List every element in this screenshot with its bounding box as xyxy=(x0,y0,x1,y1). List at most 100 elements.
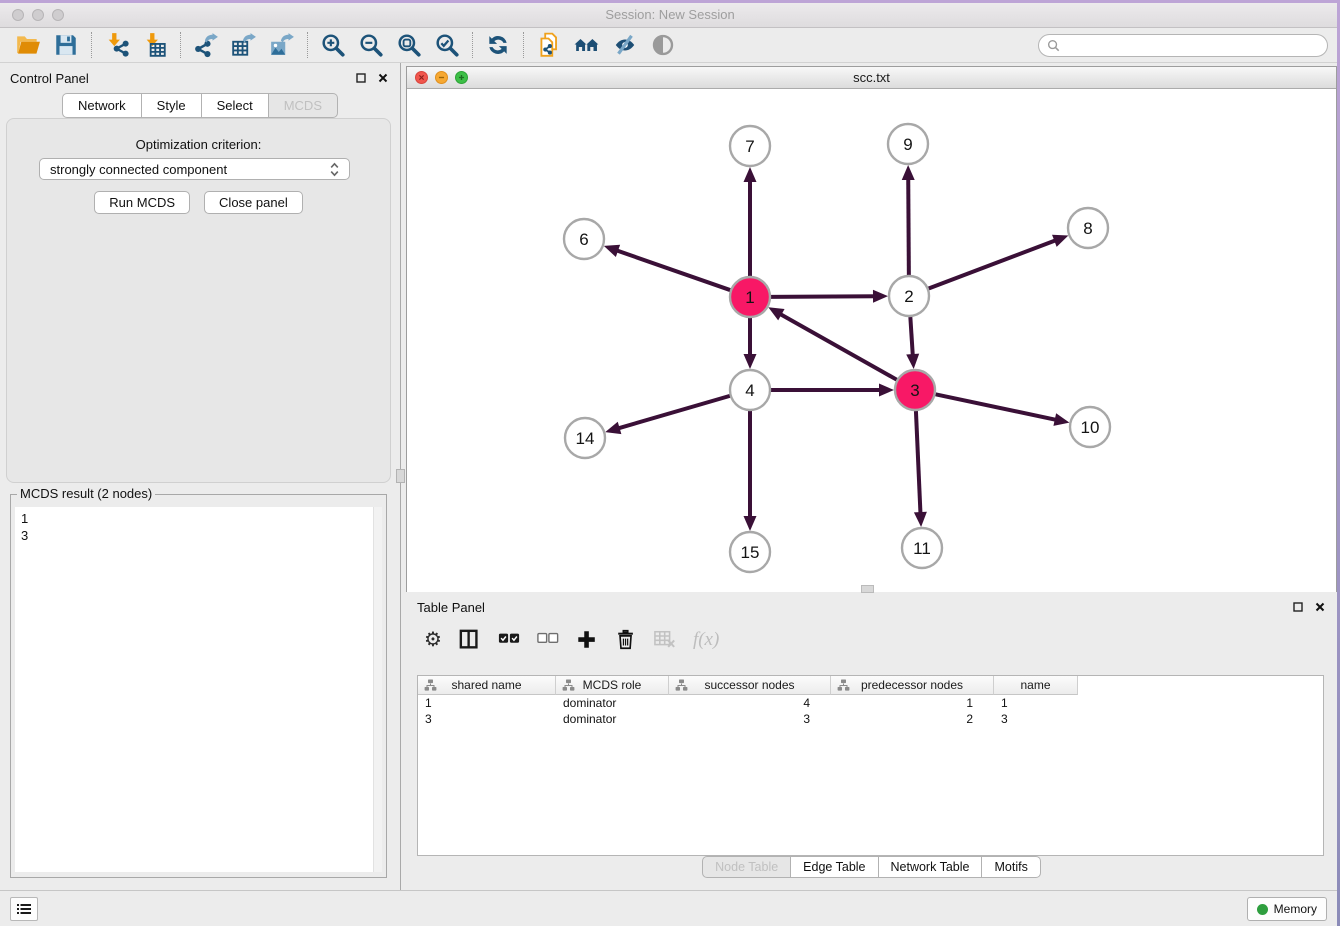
node-label-10: 10 xyxy=(1081,418,1100,437)
control-panel-tabs: NetworkStyleSelectMCDS xyxy=(0,93,400,118)
node-label-7: 7 xyxy=(745,137,754,156)
export-network-button[interactable] xyxy=(190,31,222,59)
edge-4-14[interactable] xyxy=(617,396,730,429)
export-table-button[interactable] xyxy=(228,31,260,59)
zoom-in-button[interactable] xyxy=(317,31,349,59)
edge-2-3[interactable] xyxy=(910,317,913,357)
table-tab-node-table[interactable]: Node Table xyxy=(702,856,791,878)
settings-gear-button[interactable]: ⚙ xyxy=(424,630,442,650)
close-panel-action-button[interactable]: Close panel xyxy=(204,191,303,214)
zoom-out-button[interactable] xyxy=(355,31,387,59)
float-panel-button[interactable] xyxy=(354,71,368,85)
show-hidden-button xyxy=(647,31,679,59)
column-label: MCDS role xyxy=(583,678,642,692)
tab-select[interactable]: Select xyxy=(202,93,269,118)
zoom-fit-button[interactable] xyxy=(393,31,425,59)
network-graph[interactable]: 1234678910111415 xyxy=(407,89,1336,592)
cell-shared-name[interactable]: 1 xyxy=(418,695,556,711)
node-label-9: 9 xyxy=(903,135,912,154)
column-header-predecessor-nodes[interactable]: predecessor nodes xyxy=(831,676,994,695)
save-session-button[interactable] xyxy=(50,31,82,59)
node-label-15: 15 xyxy=(741,543,760,562)
import-network-button[interactable] xyxy=(101,31,133,59)
control-panel: Control Panel NetworkStyleSelectMCDS Opt… xyxy=(0,63,401,890)
edge-1-2[interactable] xyxy=(771,296,876,297)
mcds-tab-content: Optimization criterion: strongly connect… xyxy=(6,118,391,483)
cell-name[interactable]: 1 xyxy=(994,695,1078,711)
memory-button[interactable]: Memory xyxy=(1247,897,1327,921)
app-window: Session: New Session Control Panel Netwo xyxy=(0,0,1340,926)
horizontal-splitter-handle[interactable] xyxy=(861,585,874,593)
delete-table-icon xyxy=(654,629,676,651)
toolbar-separator xyxy=(307,32,308,58)
vertical-splitter-handle[interactable] xyxy=(396,469,405,483)
import-table-button[interactable] xyxy=(139,31,171,59)
column-header-name[interactable]: name xyxy=(994,676,1078,695)
delete-row-button[interactable] xyxy=(615,629,637,651)
first-neighbors-button[interactable] xyxy=(571,31,603,59)
search-input[interactable] xyxy=(1065,38,1319,52)
hierarchy-icon xyxy=(424,679,437,691)
edge-3-1[interactable] xyxy=(779,313,897,379)
tab-network[interactable]: Network xyxy=(62,93,142,118)
close-panel-button[interactable] xyxy=(376,71,390,85)
export-network-icon xyxy=(193,32,219,58)
mcds-result-textarea[interactable]: 1 3 xyxy=(15,507,382,872)
result-scrollbar[interactable] xyxy=(373,507,382,872)
edge-1-6[interactable] xyxy=(615,250,730,290)
add-row-button[interactable] xyxy=(576,629,598,651)
cell-successor-nodes[interactable]: 3 xyxy=(669,711,831,727)
table-row-2[interactable]: 3dominator323 xyxy=(418,711,1323,727)
tab-style[interactable]: Style xyxy=(142,93,202,118)
table-row-1[interactable]: 1dominator411 xyxy=(418,695,1323,711)
edge-3-10[interactable] xyxy=(936,394,1058,420)
minimize-glyph-icon xyxy=(436,72,447,83)
network-maximize-button[interactable] xyxy=(455,71,468,84)
clone-network-button[interactable] xyxy=(533,31,565,59)
deselect-all-button[interactable] xyxy=(537,629,559,651)
cell-successor-nodes[interactable]: 4 xyxy=(669,695,831,711)
network-close-button[interactable] xyxy=(415,71,428,84)
column-header-MCDS-role[interactable]: MCDS role xyxy=(556,676,669,695)
zoom-selected-button[interactable] xyxy=(431,31,463,59)
cell-MCDS-role[interactable]: dominator xyxy=(556,711,669,727)
window-border-top xyxy=(0,0,1340,3)
hierarchy-icon xyxy=(837,679,850,691)
cell-MCDS-role[interactable]: dominator xyxy=(556,695,669,711)
cell-predecessor-nodes[interactable]: 2 xyxy=(831,711,994,727)
hide-selected-button[interactable] xyxy=(609,31,641,59)
toolbar-separator xyxy=(91,32,92,58)
table-header-row: shared name MCDS role successor nodesprede… xyxy=(418,676,1323,695)
table-tab-network-table[interactable]: Network Table xyxy=(879,856,983,878)
export-image-button[interactable] xyxy=(266,31,298,59)
run-mcds-button[interactable]: Run MCDS xyxy=(94,191,190,214)
cell-predecessor-nodes[interactable]: 1 xyxy=(831,695,994,711)
network-window-titlebar[interactable]: scc.txt xyxy=(407,67,1336,89)
close-icon xyxy=(378,73,388,83)
node-label-2: 2 xyxy=(904,287,913,306)
cell-name[interactable]: 3 xyxy=(994,711,1078,727)
float-icon xyxy=(1293,602,1303,612)
cell-shared-name[interactable]: 3 xyxy=(418,711,556,727)
task-history-button[interactable] xyxy=(10,897,38,921)
search-box[interactable] xyxy=(1038,34,1328,57)
edge-2-9[interactable] xyxy=(908,177,909,275)
network-minimize-button[interactable] xyxy=(435,71,448,84)
column-header-successor-nodes[interactable]: successor nodes xyxy=(669,676,831,695)
edge-3-11[interactable] xyxy=(916,411,921,515)
select-all-button[interactable] xyxy=(498,629,520,651)
network-canvas[interactable]: 1234678910111415 xyxy=(407,89,1336,592)
open-file-button[interactable] xyxy=(12,31,44,59)
chevron-up-down-icon xyxy=(330,162,339,177)
column-header-shared-name[interactable]: shared name xyxy=(418,676,556,695)
maximize-glyph-icon xyxy=(456,72,467,83)
edge-2-8[interactable] xyxy=(929,240,1058,289)
tab-mcds[interactable]: MCDS xyxy=(269,93,338,118)
column-visibility-button[interactable] xyxy=(459,629,481,651)
refresh-button[interactable] xyxy=(482,31,514,59)
table-tab-edge-table[interactable]: Edge Table xyxy=(791,856,878,878)
table-tab-motifs[interactable]: Motifs xyxy=(982,856,1040,878)
table-float-button[interactable] xyxy=(1291,600,1305,614)
table-close-button[interactable] xyxy=(1313,600,1327,614)
optimization-criterion-select[interactable]: strongly connected component xyxy=(39,158,350,180)
